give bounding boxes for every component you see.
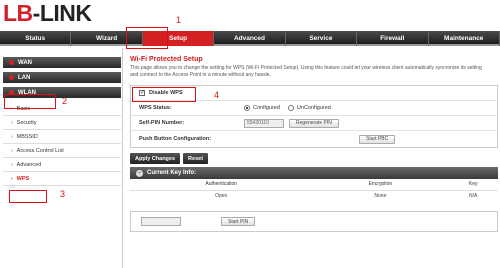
annotation-3: 3 xyxy=(60,189,66,199)
key-info-table: Authentication Encryption Key Open None … xyxy=(130,179,498,202)
highlight-disable-wps xyxy=(132,87,196,102)
sidebar-divider xyxy=(122,48,123,268)
annotation-2: 2 xyxy=(62,96,68,106)
brand-logo-dash: - xyxy=(32,0,41,26)
sidebar-item-label: MBSSID xyxy=(16,133,38,140)
brand-logo-lb: LB xyxy=(3,0,33,26)
nav-maintenance[interactable]: Maintenance xyxy=(429,31,500,46)
table-header-row: Authentication Encryption Key xyxy=(130,179,498,191)
sidebar-group-wan[interactable]: WAN xyxy=(3,57,121,68)
start-pin-button[interactable]: Start PIN xyxy=(221,217,256,226)
sidebar-item-wps[interactable]: › WPS xyxy=(3,172,121,186)
reset-button[interactable]: Reset xyxy=(183,153,209,164)
push-button-row: Push Button Configuration: Start PBC xyxy=(131,131,497,147)
highlight-setup xyxy=(126,27,168,49)
sidebar-item-advanced[interactable]: › Advanced xyxy=(3,158,121,172)
highlight-wlan xyxy=(4,94,56,109)
regenerate-pin-button[interactable]: Regenerate PIN xyxy=(289,118,339,128)
nav-service[interactable]: Service xyxy=(286,31,358,46)
wps-status-row: WPS Status: Configured UnConfigured xyxy=(131,101,497,116)
arrow-icon: › xyxy=(11,161,13,168)
table-cell: None xyxy=(374,193,387,200)
highlight-wps xyxy=(9,190,47,203)
page-description: This page allows you to change the setti… xyxy=(130,65,482,78)
sidebar-item-label: Security xyxy=(16,119,37,126)
self-pin-label: Self-PIN Number: xyxy=(139,120,185,126)
client-pin-field[interactable] xyxy=(141,217,181,226)
brand-logo-link: LINK xyxy=(39,0,92,26)
configured-radio[interactable] xyxy=(244,105,250,111)
bullet-icon xyxy=(9,60,14,65)
unconfigured-label: UnConfigured xyxy=(296,105,331,111)
arrow-icon: › xyxy=(11,119,13,126)
nav-status[interactable]: Status xyxy=(0,31,72,46)
main-nav: Status Wizard Setup Advanced Service Fir… xyxy=(0,31,500,46)
table-cell: N/A xyxy=(469,193,478,200)
sidebar-group-label: LAN xyxy=(18,74,31,81)
apply-changes-button[interactable]: Apply Changes xyxy=(130,153,181,164)
sidebar-item-security[interactable]: › Security xyxy=(3,116,121,130)
start-pbc-button[interactable]: Start PBC xyxy=(359,134,396,144)
column-header: Authentication xyxy=(130,179,313,191)
column-header: Encryption xyxy=(312,179,449,191)
self-pin-row: Self-PIN Number: 55430110 Regenerate PIN xyxy=(131,116,497,131)
bullet-icon xyxy=(9,75,14,80)
minus-icon[interactable]: − xyxy=(136,169,143,177)
annotation-4: 4 xyxy=(214,90,220,100)
configured-label: Configured xyxy=(253,105,280,111)
push-button-label: Push Button Configuration: xyxy=(139,136,212,142)
sidebar-item-label: WPS xyxy=(16,175,30,182)
sidebar: WAN LAN WLAN › Basic › Security › MBSSID › A… xyxy=(3,57,121,186)
start-pin-box: Start PIN xyxy=(130,211,498,232)
arrow-icon: › xyxy=(11,175,13,182)
nav-firewall[interactable]: Firewall xyxy=(357,31,429,46)
annotation-1: 1 xyxy=(176,15,182,25)
table-cell: Open xyxy=(215,193,228,200)
self-pin-field[interactable]: 55430110 xyxy=(244,118,284,128)
sidebar-item-label: Access Control List xyxy=(16,147,64,154)
table-row: Open None N/A xyxy=(130,190,498,202)
nav-advanced[interactable]: Advanced xyxy=(214,31,286,46)
arrow-icon: › xyxy=(11,147,13,154)
brand-logo: LB-LINK xyxy=(3,0,92,28)
main-content: Wi-Fi Protected Setup This page allows y… xyxy=(130,56,498,232)
key-info-title: Current Key Info: xyxy=(147,170,197,176)
arrow-icon: › xyxy=(11,133,13,140)
unconfigured-radio[interactable] xyxy=(287,105,294,111)
form-actions: Apply Changes Reset xyxy=(130,153,498,164)
sidebar-item-label: Advanced xyxy=(16,161,42,168)
sidebar-item-access-control-list[interactable]: › Access Control List xyxy=(3,144,121,158)
wps-status-label: WPS Status: xyxy=(139,105,172,111)
column-header: Key xyxy=(448,179,498,191)
page-title: Wi-Fi Protected Setup xyxy=(130,56,203,63)
sidebar-group-lan[interactable]: LAN xyxy=(3,72,121,83)
sidebar-item-mbssid[interactable]: › MBSSID xyxy=(3,130,121,144)
key-info-header: − Current Key Info: xyxy=(130,167,498,179)
sidebar-group-label: WAN xyxy=(18,59,32,66)
